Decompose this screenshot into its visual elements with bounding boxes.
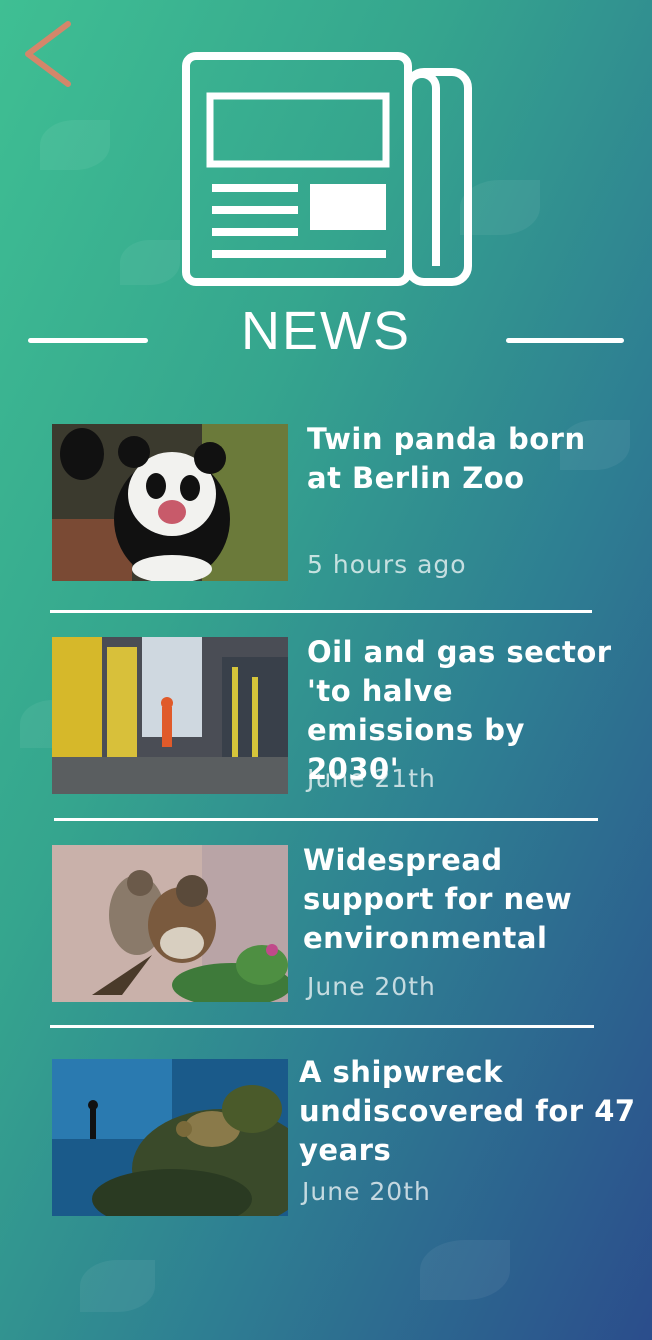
industrial-plant-photo — [52, 637, 288, 794]
article-date: June 20th — [307, 972, 436, 1001]
sparrows-photo — [52, 845, 288, 1002]
list-item[interactable]: A shipwreck undiscovered for 47 years Ju… — [0, 1055, 652, 1239]
newspaper-icon — [182, 52, 472, 286]
article-title: Twin panda born at Berlin Zoo — [307, 422, 586, 495]
sea-turtle-photo — [52, 1059, 288, 1216]
background-leaf — [80, 1260, 155, 1312]
article-title: A shipwreck undiscovered for 47 years — [299, 1055, 636, 1167]
panda-photo — [52, 424, 288, 581]
page-title: NEWS — [241, 301, 411, 361]
list-item[interactable]: Oil and gas sector 'to halve emissions b… — [0, 635, 652, 817]
article-date: June 21th — [307, 764, 436, 793]
article-date: June 20th — [302, 1177, 431, 1206]
background-leaf — [120, 240, 180, 285]
background-leaf — [40, 120, 110, 170]
list-item[interactable]: Widespread support for new environmental… — [0, 843, 652, 1025]
article-date: 5 hours ago — [307, 550, 467, 579]
background-leaf — [420, 1240, 510, 1300]
chevron-left-icon — [25, 21, 71, 87]
article-title: Widespread support for new environmental — [303, 843, 573, 955]
divider — [50, 1025, 594, 1028]
divider — [54, 818, 598, 821]
divider — [50, 610, 592, 613]
back-button[interactable] — [18, 18, 78, 88]
title-rule-right — [506, 338, 624, 343]
list-item[interactable]: Twin panda born at Berlin Zoo 5 hours ag… — [0, 422, 652, 604]
